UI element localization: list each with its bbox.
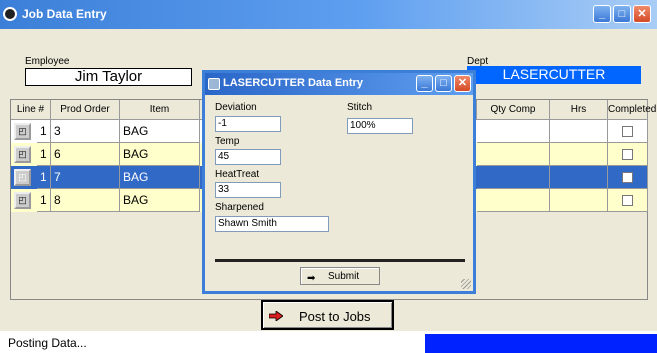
- completed-checkbox[interactable]: [622, 172, 633, 183]
- deviation-input[interactable]: -1: [215, 116, 281, 132]
- completed-checkbox[interactable]: [622, 126, 633, 137]
- cell-line: 1: [37, 120, 51, 143]
- cell-qty-comp[interactable]: [477, 120, 550, 143]
- resize-grip-icon[interactable]: [461, 279, 471, 289]
- cell-prod-order: 7: [51, 166, 120, 189]
- dialog-minimize-button[interactable]: _: [416, 75, 433, 92]
- post-to-jobs-label: Post to Jobs: [299, 309, 371, 324]
- cell-hrs[interactable]: [550, 120, 608, 143]
- cell-line: 1: [37, 166, 51, 189]
- row-edit-icon[interactable]: ◰: [14, 169, 31, 186]
- row-edit-icon[interactable]: ◰: [14, 192, 31, 209]
- cell-completed: [608, 143, 648, 166]
- cell-completed: [608, 166, 648, 189]
- dialog-maximize-button[interactable]: □: [435, 75, 452, 92]
- employee-label: Employee: [25, 56, 70, 67]
- cell-qty-comp[interactable]: [477, 143, 550, 166]
- deviation-label: Deviation: [215, 102, 257, 113]
- status-bar: Posting Data...: [0, 331, 657, 353]
- cell-item: BAG: [120, 143, 200, 166]
- post-to-jobs-button[interactable]: Post to Jobs: [261, 300, 394, 330]
- completed-checkbox[interactable]: [622, 195, 633, 206]
- cell-prod-order: 8: [51, 189, 120, 212]
- header-qty-comp[interactable]: Qty Comp: [477, 100, 550, 120]
- heattreat-label: HeatTreat: [215, 169, 260, 180]
- cell-hrs[interactable]: [550, 143, 608, 166]
- progress-bar: [425, 334, 657, 353]
- minimize-button[interactable]: _: [593, 5, 611, 23]
- row-edit-icon[interactable]: ◰: [14, 146, 31, 163]
- arrow-right-icon: ➡: [307, 273, 316, 284]
- row-edit-icon[interactable]: ◰: [14, 123, 31, 140]
- sharpened-input[interactable]: Shawn Smith: [215, 216, 329, 232]
- cell-line: 1: [37, 143, 51, 166]
- cell-qty-comp[interactable]: [477, 166, 550, 189]
- header-item[interactable]: Item: [120, 100, 200, 120]
- status-text: Posting Data...: [8, 336, 87, 350]
- cell-line: 1: [37, 189, 51, 212]
- cell-item: BAG: [120, 189, 200, 212]
- dialog-title: LASERCUTTER Data Entry: [223, 77, 363, 89]
- cell-completed: [608, 189, 648, 212]
- submit-label: Submit: [328, 271, 360, 282]
- heattreat-input[interactable]: 33: [215, 182, 281, 198]
- temp-label: Temp: [215, 136, 240, 147]
- header-line[interactable]: Line #: [11, 100, 51, 120]
- arrow-right-icon: [269, 311, 283, 321]
- stitch-label: Stitch: [347, 102, 373, 113]
- submit-button[interactable]: ➡ Submit: [300, 267, 380, 285]
- maximize-button[interactable]: □: [613, 5, 631, 23]
- completed-checkbox[interactable]: [622, 149, 633, 160]
- close-button[interactable]: ✕: [633, 5, 651, 23]
- cell-prod-order: 6: [51, 143, 120, 166]
- data-entry-dialog: LASERCUTTER Data Entry _ □ ✕ Deviation -…: [202, 70, 476, 294]
- cell-completed: [608, 120, 648, 143]
- cell-hrs[interactable]: [550, 189, 608, 212]
- temp-input[interactable]: 45: [215, 149, 281, 165]
- header-prod-order[interactable]: Prod Order: [51, 100, 120, 120]
- cell-hrs[interactable]: [550, 166, 608, 189]
- cell-item: BAG: [120, 166, 200, 189]
- header-completed[interactable]: Completed: [608, 100, 656, 120]
- app-icon: [3, 7, 17, 21]
- dialog-title-bar[interactable]: LASERCUTTER Data Entry _ □ ✕: [205, 73, 473, 95]
- cell-prod-order: 3: [51, 120, 120, 143]
- window-title: Job Data Entry: [22, 7, 107, 21]
- stitch-input[interactable]: 100%: [347, 118, 413, 134]
- main-title-bar[interactable]: Job Data Entry _ □ ✕: [0, 0, 657, 29]
- dialog-separator: [215, 259, 465, 262]
- employee-field[interactable]: Jim Taylor: [25, 68, 192, 86]
- header-hrs[interactable]: Hrs: [550, 100, 608, 120]
- cell-item: BAG: [120, 120, 200, 143]
- dialog-close-button[interactable]: ✕: [454, 75, 471, 92]
- sharpened-label: Sharpened: [215, 202, 264, 213]
- dialog-icon: [208, 78, 220, 90]
- dept-field[interactable]: LASERCUTTER: [467, 66, 641, 84]
- cell-qty-comp[interactable]: [477, 189, 550, 212]
